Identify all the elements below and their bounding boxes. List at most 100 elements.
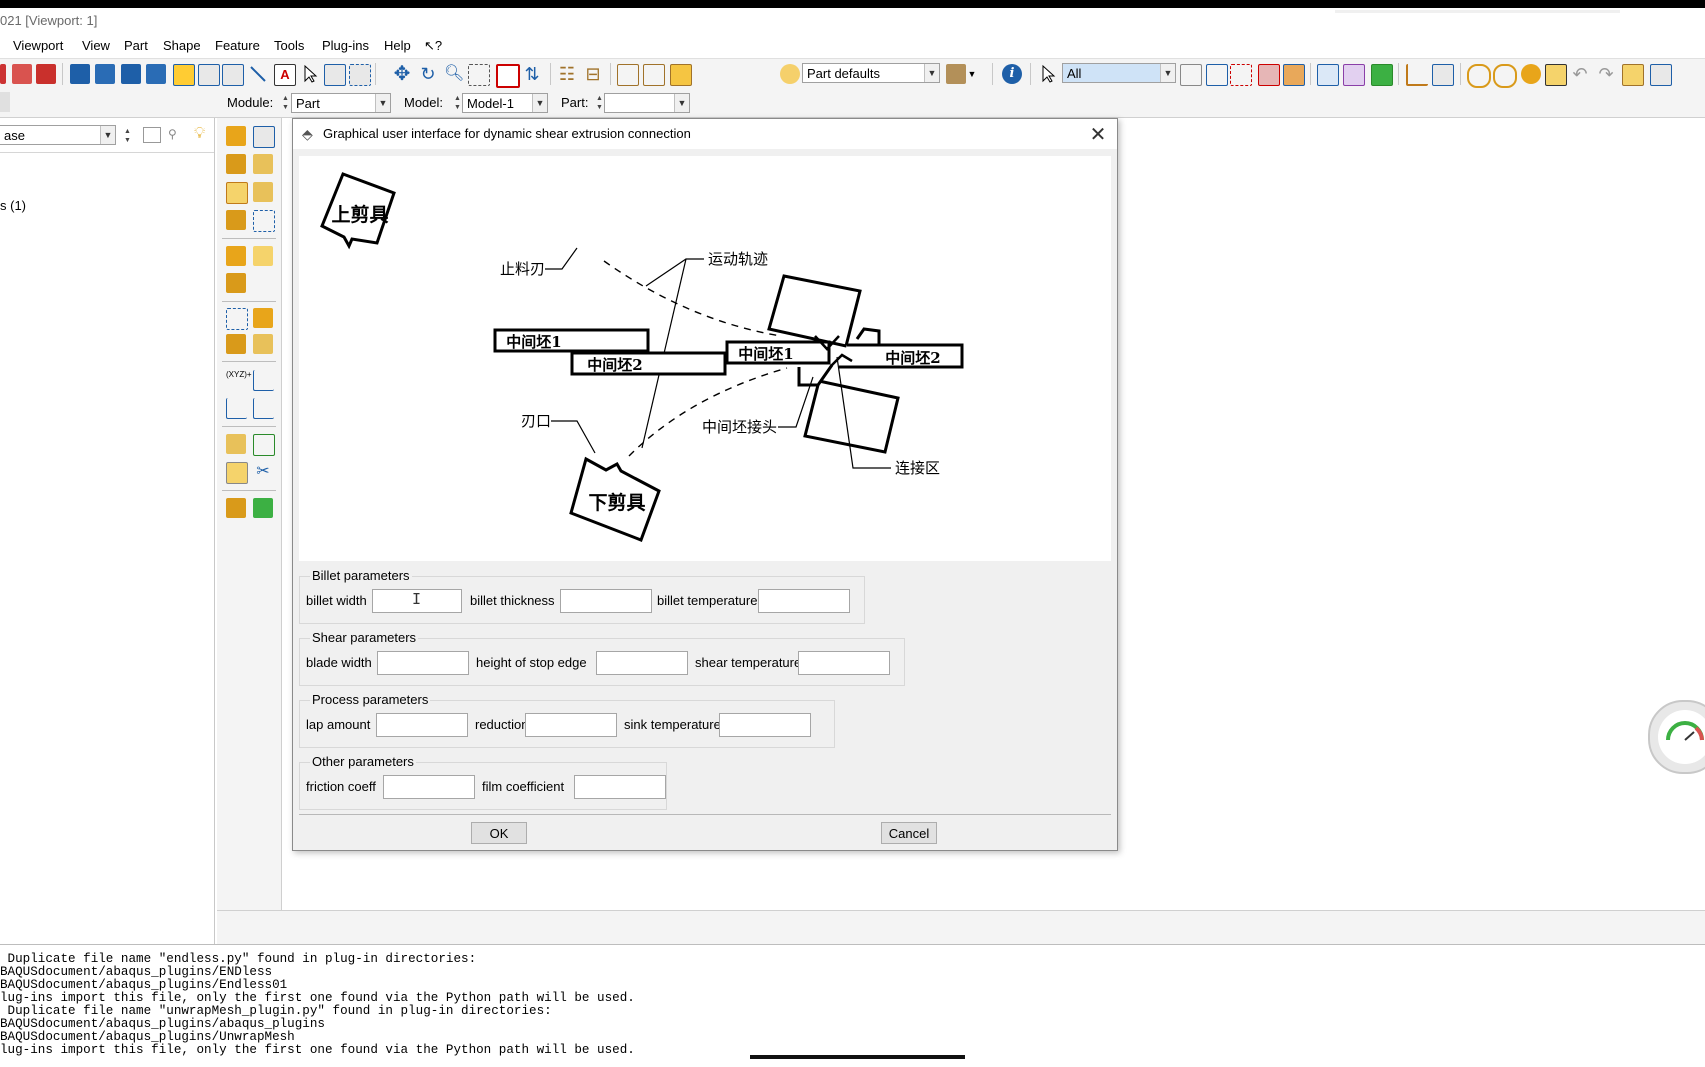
zoom-icon[interactable]: 🔍︎ [444, 64, 464, 84]
edit-feature-icon[interactable] [226, 462, 248, 484]
partition-icon[interactable] [226, 308, 248, 330]
billet-temperature-input[interactable] [758, 589, 850, 613]
print-icon[interactable] [36, 64, 56, 84]
save-icon[interactable] [12, 64, 32, 84]
menu-tools[interactable]: Tools [274, 38, 304, 53]
round-icon[interactable] [226, 246, 246, 266]
redo-icon[interactable]: ↷ [1596, 64, 1616, 84]
rotate-icon[interactable]: ↻ [418, 64, 438, 84]
menu-help[interactable]: Help [384, 38, 411, 53]
parallel-icon[interactable]: ⊟ [583, 64, 603, 84]
tree-spinner-icon[interactable]: ▲ ▼ [123, 127, 132, 145]
info-icon[interactable]: i [1002, 64, 1022, 84]
iso-view-icon[interactable] [617, 64, 639, 86]
datum-axis-icon[interactable] [253, 370, 274, 391]
revolve-icon[interactable] [253, 154, 273, 174]
lightbulb-icon[interactable]: 💡︎ [194, 125, 210, 143]
cut-icon[interactable] [226, 182, 248, 204]
tool-icon[interactable] [0, 64, 6, 84]
panel-tab[interactable] [0, 92, 10, 112]
datum-plane-icon[interactable] [226, 398, 247, 419]
shell-icon[interactable] [226, 210, 246, 230]
palette-icon[interactable] [780, 64, 800, 84]
tree-select[interactable]: ase ▼ [0, 125, 116, 145]
boolean-union-icon[interactable] [1467, 64, 1491, 88]
module-spinner-icon[interactable]: ▲ ▼ [281, 94, 290, 112]
menu-feature[interactable]: Feature [215, 38, 260, 53]
cycle-views-icon[interactable]: ⇅ [522, 64, 542, 84]
module-select[interactable]: Part ▼ [291, 93, 391, 113]
mesh-icon[interactable] [1317, 64, 1339, 86]
selection-option-icon[interactable] [1180, 64, 1202, 86]
close-icon[interactable]: ✕ [1087, 122, 1109, 147]
menu-part[interactable]: Part [124, 38, 148, 53]
front-view-icon[interactable] [643, 64, 665, 86]
sweep-icon[interactable] [253, 182, 273, 202]
datum-csys-icon[interactable] [253, 398, 274, 419]
query-icon[interactable] [222, 64, 244, 86]
grid-icon[interactable] [324, 64, 346, 86]
shear-temperature-input[interactable] [798, 651, 890, 675]
undo-icon[interactable]: ↶ [1570, 64, 1590, 84]
drag-shape-icon[interactable] [1230, 64, 1252, 86]
performance-gauge-icon[interactable] [1648, 700, 1705, 774]
menu-view[interactable]: View [82, 38, 110, 53]
wireframe-icon[interactable] [1343, 64, 1365, 86]
select-entities-icon[interactable] [1283, 64, 1305, 86]
part-select[interactable]: ▼ [604, 93, 690, 113]
view-manager-icon[interactable] [1432, 64, 1454, 86]
edit-icon[interactable] [1545, 64, 1567, 86]
select-box-icon[interactable] [1206, 64, 1228, 86]
auto-fit-icon[interactable] [496, 64, 520, 88]
menu-plugins[interactable]: Plug-ins [322, 38, 369, 53]
box-zoom-icon[interactable] [468, 64, 490, 86]
wire-icon[interactable] [253, 210, 275, 232]
partition-cell-icon[interactable] [226, 334, 246, 354]
extrude-icon[interactable] [226, 154, 246, 174]
billet-thickness-input[interactable] [560, 589, 652, 613]
menu-shape[interactable]: Shape [163, 38, 201, 53]
partition-edge-icon[interactable] [253, 334, 273, 354]
stop-edge-height-input[interactable] [596, 651, 688, 675]
shaded-icon[interactable] [1371, 64, 1393, 86]
viewport-cascade-icon[interactable] [95, 64, 115, 84]
tile-vertical-icon[interactable] [146, 64, 166, 84]
selection-filter-select[interactable]: All ▼ [1062, 63, 1176, 83]
virtual-topology-icon[interactable] [226, 434, 246, 454]
console-scrollbar[interactable] [750, 1055, 965, 1059]
partition-face-icon[interactable] [253, 308, 273, 328]
feature-manager-icon[interactable] [253, 498, 273, 518]
datum-point-icon[interactable]: (XYZ)+ [226, 370, 252, 390]
arrow-icon[interactable] [248, 64, 268, 84]
model-spinner-icon[interactable]: ▲ ▼ [453, 94, 462, 112]
blade-width-input[interactable] [377, 651, 469, 675]
assembly-icon[interactable] [226, 498, 246, 518]
whats-this-icon[interactable]: ↖? [424, 38, 442, 54]
part-spinner-icon[interactable]: ▲ ▼ [595, 94, 604, 112]
repair-icon[interactable] [226, 273, 246, 293]
annotation-icon[interactable] [173, 64, 195, 86]
perspective-icon[interactable]: ☷ [557, 64, 577, 84]
create-part-icon[interactable] [226, 126, 246, 146]
spline-icon[interactable] [253, 434, 275, 456]
pan-icon[interactable]: ✥ [392, 64, 412, 84]
filter-icon[interactable]: ⚲ [168, 127, 184, 141]
text-icon[interactable]: A [274, 64, 296, 86]
model-select[interactable]: Model-1 ▼ [462, 93, 548, 113]
render-style-icon[interactable] [946, 64, 966, 84]
list-icon[interactable] [349, 64, 371, 86]
tools-icon[interactable]: ✂ [253, 462, 273, 482]
select-from-exterior-icon[interactable] [1258, 64, 1280, 86]
chevron-down-icon[interactable]: ▼ [966, 64, 978, 84]
friction-coeff-input[interactable] [383, 775, 475, 799]
part-manager-icon[interactable] [253, 126, 275, 148]
tile-horizontal-icon[interactable] [121, 64, 141, 84]
csys-icon[interactable] [1406, 64, 1428, 86]
lap-amount-input[interactable] [376, 713, 468, 737]
chamfer-icon[interactable] [253, 246, 273, 266]
part-manager-icon[interactable] [1622, 64, 1644, 86]
select-arrow-icon[interactable] [300, 64, 320, 84]
part-defaults-select[interactable]: Part defaults ▼ [802, 63, 940, 83]
reduction-input[interactable] [525, 713, 617, 737]
folder-icon[interactable] [143, 127, 161, 143]
